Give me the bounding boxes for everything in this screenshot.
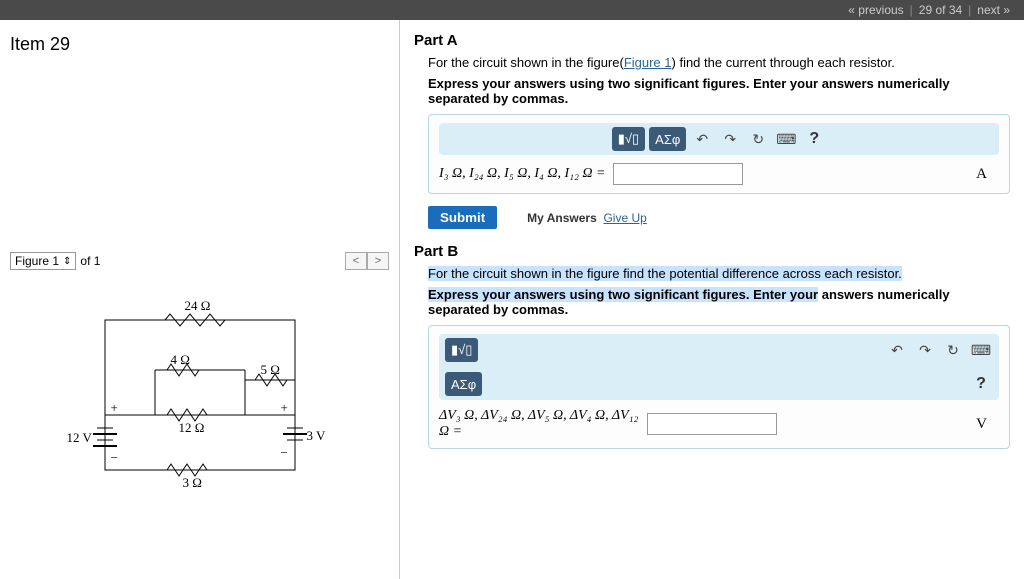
redo-icon[interactable]: ↷ (718, 127, 742, 151)
figure-area: 24 Ω 4 Ω 5 Ω 12 Ω 3 Ω 12 V 3 V + − + − (40, 300, 359, 500)
undo-icon[interactable]: ↶ (690, 127, 714, 151)
help-icon[interactable]: ? (969, 372, 993, 396)
answer-toolbar: ▮√▯ ΑΣφ ↶ ↷ ↻ ⌨ ? (439, 123, 999, 155)
part-b-text-hl: Express your answers using two significa… (428, 287, 818, 302)
answer-lhs-a: I₃ Ω, I₂₄ Ω, I₅ Ω, I₄ Ω, I₁₂ Ω = (439, 166, 605, 182)
answer-toolbar: ▮√▯ ↶ ↷ ↻ ⌨ ΑΣφ ? (439, 334, 999, 400)
updown-icon: ⇕ (63, 256, 71, 267)
help-icon[interactable]: ? (802, 127, 826, 151)
reset-icon[interactable]: ↻ (746, 127, 770, 151)
keyboard-icon[interactable]: ⌨ (774, 127, 798, 151)
submit-row-a: Submit My Answers Give Up (428, 202, 1010, 233)
prev-link[interactable]: « previous (842, 3, 909, 17)
undo-icon[interactable]: ↶ (885, 338, 909, 362)
answer-unit-b: V (976, 416, 999, 433)
answer-input-b[interactable] (647, 413, 777, 435)
greek-button[interactable]: ΑΣφ (445, 372, 482, 396)
minus-icon: − (111, 450, 118, 466)
figure-next-button[interactable]: > (367, 252, 389, 270)
item-title: Item 29 (0, 20, 399, 69)
part-a-title: Part A (414, 32, 1010, 49)
label-v3: 3 V (307, 428, 326, 444)
template-icon[interactable]: ▮√▯ (612, 127, 645, 151)
answer-row-a: I₃ Ω, I₂₄ Ω, I₅ Ω, I₄ Ω, I₁₂ Ω = A (439, 163, 999, 185)
greek-button[interactable]: ΑΣφ (649, 127, 686, 151)
plus-icon: + (111, 400, 118, 416)
give-up-link[interactable]: Give Up (603, 211, 646, 225)
top-nav: « previous | 29 of 34 | next » (0, 0, 1024, 20)
answer-unit-a: A (976, 166, 999, 183)
part-a-prompt1: For the circuit shown in the figure(Figu… (428, 55, 1010, 70)
part-b: Part B For the circuit shown in the figu… (414, 243, 1010, 449)
left-panel: Item 29 Figure 1 ⇕ of 1 < > (0, 20, 400, 579)
template-icon[interactable]: ▮√▯ (445, 338, 478, 362)
reset-icon[interactable]: ↻ (941, 338, 965, 362)
answer-box-b: ▮√▯ ↶ ↷ ↻ ⌨ ΑΣφ ? ΔV₃ Ω, ΔV₂₄ Ω, ΔV₅ Ω, … (428, 325, 1010, 449)
part-b-prompt1: For the circuit shown in the figure find… (428, 266, 1010, 281)
answer-row-b: ΔV₃ Ω, ΔV₂₄ Ω, ΔV₅ Ω, ΔV₄ Ω, ΔV₁₂ Ω = V (439, 408, 999, 440)
part-b-title: Part B (414, 243, 1010, 260)
answer-lhs-b: ΔV₃ Ω, ΔV₂₄ Ω, ΔV₅ Ω, ΔV₄ Ω, ΔV₁₂ Ω = (439, 408, 639, 440)
label-r5: 5 Ω (261, 362, 280, 378)
part-a-prompt2: Express your answers using two significa… (428, 76, 1010, 106)
part-a-text: For the circuit shown in the figure( (428, 55, 624, 70)
figure-of: of 1 (80, 254, 100, 268)
part-a: Part A For the circuit shown in the figu… (414, 32, 1010, 233)
plus-icon: + (281, 400, 288, 416)
figure-link[interactable]: Figure 1 (624, 55, 672, 70)
label-r4: 4 Ω (171, 352, 190, 368)
label-r12: 12 Ω (179, 420, 205, 436)
answer-links: My Answers Give Up (527, 211, 647, 225)
figure-select-label: Figure 1 (15, 254, 59, 268)
minus-icon: − (281, 445, 288, 461)
redo-icon[interactable]: ↷ (913, 338, 937, 362)
figure-nav: < > (345, 252, 389, 270)
label-r3: 3 Ω (183, 475, 202, 491)
answer-input-a[interactable] (613, 163, 743, 185)
right-panel: Part A For the circuit shown in the figu… (400, 20, 1024, 579)
figure-selector-row: Figure 1 ⇕ of 1 < > (0, 252, 399, 270)
figure-prev-button[interactable]: < (345, 252, 367, 270)
answer-box-a: ▮√▯ ΑΣφ ↶ ↷ ↻ ⌨ ? I₃ Ω, I₂₄ Ω, I₅ Ω, I₄ … (428, 114, 1010, 194)
submit-button[interactable]: Submit (428, 206, 497, 229)
nav-position: 29 of 34 (913, 3, 968, 17)
main: Item 29 Figure 1 ⇕ of 1 < > (0, 20, 1024, 579)
figure-select[interactable]: Figure 1 ⇕ (10, 252, 76, 270)
label-r24: 24 Ω (185, 298, 211, 314)
keyboard-icon[interactable]: ⌨ (969, 338, 993, 362)
part-b-prompt2: Express your answers using two significa… (428, 287, 1010, 317)
next-link[interactable]: next » (971, 3, 1016, 17)
part-a-text: ) find the current through each resistor… (672, 55, 895, 70)
my-answers-label: My Answers (527, 211, 597, 225)
label-v12: 12 V (67, 430, 92, 446)
circuit-diagram: 24 Ω 4 Ω 5 Ω 12 Ω 3 Ω 12 V 3 V + − + − (75, 300, 325, 500)
part-b-text-hl: For the circuit shown in the figure find… (428, 266, 902, 281)
